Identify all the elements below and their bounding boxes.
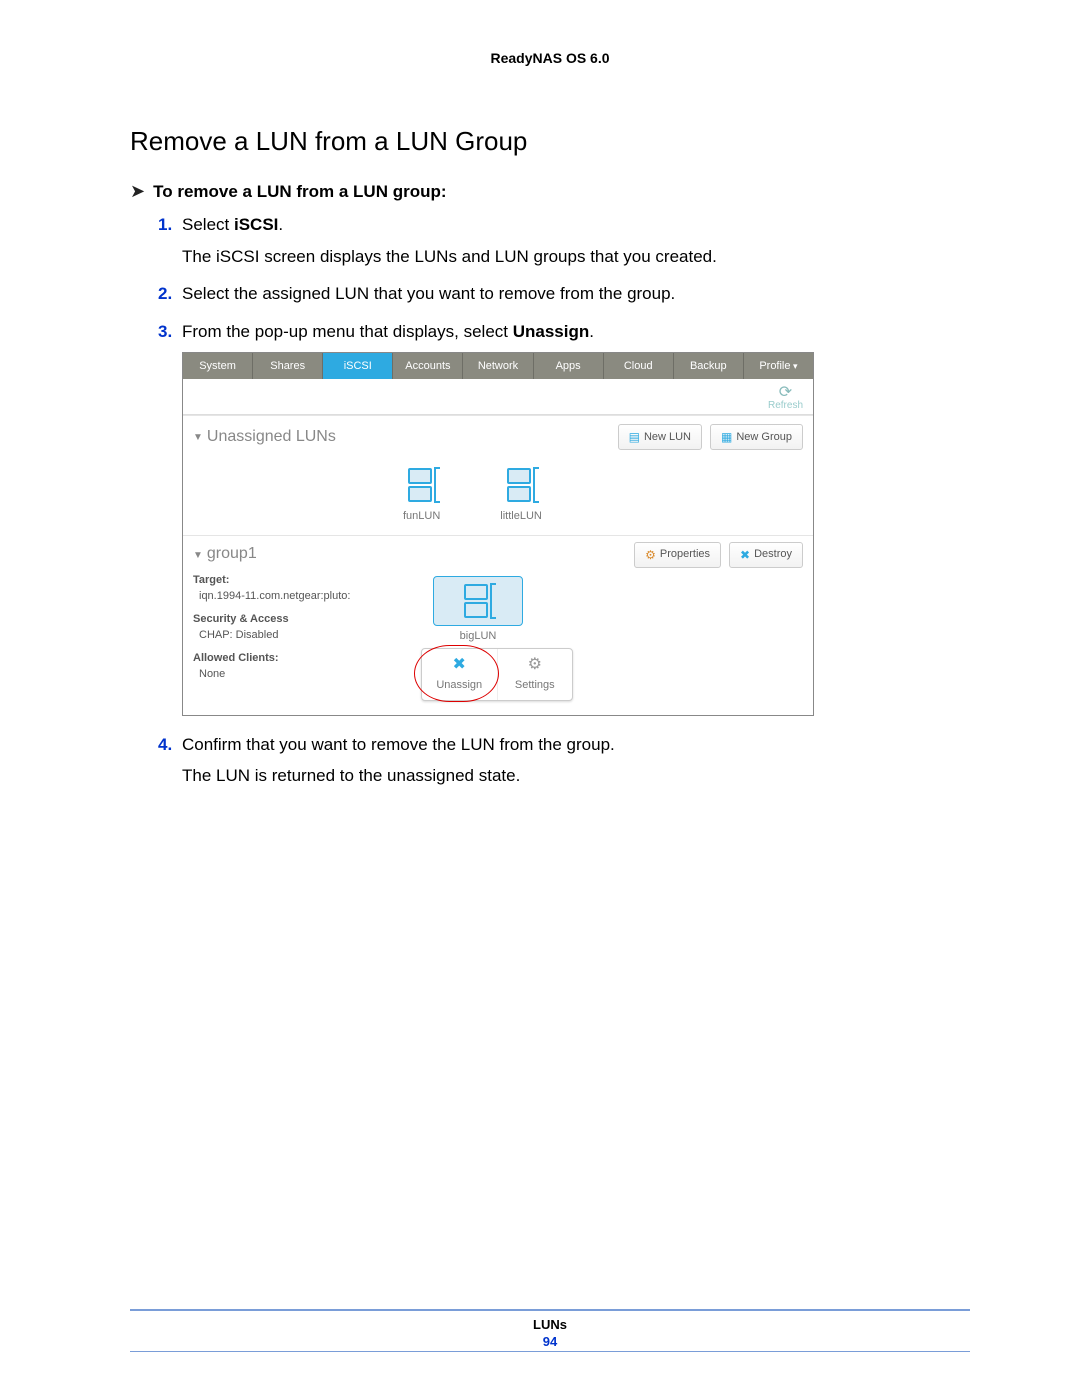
security-label: Security & Access	[193, 611, 393, 628]
group-name: group1	[207, 545, 257, 562]
target-value: iqn.1994-11.com.netgear:pluto:	[193, 588, 393, 605]
context-popup: ✖ Unassign ⚙ Settings	[421, 648, 573, 701]
group-info: ▼ group1 Target: iqn.1994-11.com.netgear:…	[183, 536, 403, 715]
btn-label: Properties	[660, 546, 710, 563]
step-number: 2.	[158, 281, 172, 307]
settings-icon: ⚙	[498, 653, 573, 677]
step-bold: Unassign	[513, 322, 590, 341]
step-after: The LUN is returned to the unassigned st…	[182, 763, 970, 789]
destroy-button[interactable]: ✖ Destroy	[729, 542, 803, 568]
procedure-text: To remove a LUN from a LUN group:	[153, 182, 446, 202]
clients-value: None	[193, 666, 393, 683]
unassigned-title: Unassigned LUNs	[207, 425, 610, 449]
properties-button[interactable]: ⚙ Properties	[634, 542, 721, 568]
refresh-icon: ⟳	[768, 385, 803, 401]
destroy-icon: ✖	[740, 546, 750, 564]
group-panel: ▼ group1 Target: iqn.1994-11.com.netgear:…	[183, 535, 813, 715]
step-text: Select the assigned LUN that you want to…	[182, 281, 970, 307]
step-4: 4. Confirm that you want to remove the L…	[158, 732, 970, 789]
tab-cloud[interactable]: Cloud	[604, 353, 674, 379]
nav-tabs: System Shares iSCSI Accounts Network App…	[183, 353, 813, 379]
step-after: The iSCSI screen displays the LUNs and L…	[182, 244, 970, 270]
doc-header: ReadyNAS OS 6.0	[130, 50, 970, 66]
unassigned-header: ▼ Unassigned LUNs ▤ New LUN ▦ New Group	[183, 415, 813, 458]
menu-label: Settings	[515, 679, 555, 691]
step-1: 1. Select iSCSI. The iSCSI screen displa…	[158, 212, 970, 269]
step-3: 3. From the pop-up menu that displays, s…	[158, 319, 970, 716]
tab-system[interactable]: System	[183, 353, 253, 379]
unassigned-luns: funLUN littleLUN	[183, 458, 813, 535]
tab-backup[interactable]: Backup	[674, 353, 744, 379]
tab-shares[interactable]: Shares	[253, 353, 323, 379]
tab-accounts[interactable]: Accounts	[393, 353, 463, 379]
step-number: 4.	[158, 732, 172, 758]
step-text: Select	[182, 215, 234, 234]
lun-icon: ▤	[629, 428, 640, 446]
btn-label: New Group	[736, 429, 792, 446]
btn-label: Destroy	[754, 546, 792, 563]
caret-down-icon[interactable]: ▼	[193, 430, 203, 445]
step-number: 3.	[158, 319, 172, 345]
btn-label: New LUN	[644, 429, 691, 446]
caret-down-icon[interactable]: ▼	[193, 550, 203, 561]
tab-profile[interactable]: Profile	[744, 353, 813, 379]
group-icon: ▦	[721, 428, 732, 446]
step-text: From the pop-up menu that displays, sele…	[182, 322, 513, 341]
step-bold: iSCSI	[234, 215, 278, 234]
tab-network[interactable]: Network	[463, 353, 533, 379]
lun-label: funLUN	[403, 510, 440, 522]
lun-label: littleLUN	[500, 510, 542, 522]
tab-iscsi[interactable]: iSCSI	[323, 353, 393, 379]
refresh-button[interactable]: ⟳ Refresh	[768, 385, 803, 408]
tab-apps[interactable]: Apps	[534, 353, 604, 379]
lun-littlelun[interactable]: littleLUN	[500, 464, 542, 525]
new-lun-button[interactable]: ▤ New LUN	[618, 424, 702, 450]
menu-label: Unassign	[436, 679, 482, 691]
screenshot: System Shares iSCSI Accounts Network App…	[182, 352, 814, 716]
step-2: 2. Select the assigned LUN that you want…	[158, 281, 970, 307]
target-label: Target:	[193, 572, 393, 589]
page-footer: LUNs 94	[130, 1309, 970, 1352]
lun-label: bigLUN	[460, 630, 497, 642]
triangle-icon: ➤	[130, 181, 145, 202]
unassign-icon: ✖	[422, 653, 497, 677]
footer-page-number: 94	[130, 1334, 970, 1349]
lun-biglun[interactable]: bigLUN	[433, 576, 523, 645]
lun-funlun[interactable]: funLUN	[403, 464, 440, 525]
footer-section: LUNs	[533, 1317, 567, 1332]
new-group-button[interactable]: ▦ New Group	[710, 424, 803, 450]
step-text: .	[278, 215, 283, 234]
settings-menu-item[interactable]: ⚙ Settings	[498, 649, 573, 700]
step-text: .	[589, 322, 594, 341]
procedure-intro: ➤ To remove a LUN from a LUN group:	[130, 181, 970, 202]
step-number: 1.	[158, 212, 172, 238]
step-text: Confirm that you want to remove the LUN …	[182, 735, 615, 754]
security-value: CHAP: Disabled	[193, 627, 393, 644]
section-title: Remove a LUN from a LUN Group	[130, 126, 970, 157]
unassign-menu-item[interactable]: ✖ Unassign	[422, 649, 498, 700]
refresh-label: Refresh	[768, 400, 803, 411]
gear-icon: ⚙	[645, 546, 656, 564]
clients-label: Allowed Clients:	[193, 650, 393, 667]
